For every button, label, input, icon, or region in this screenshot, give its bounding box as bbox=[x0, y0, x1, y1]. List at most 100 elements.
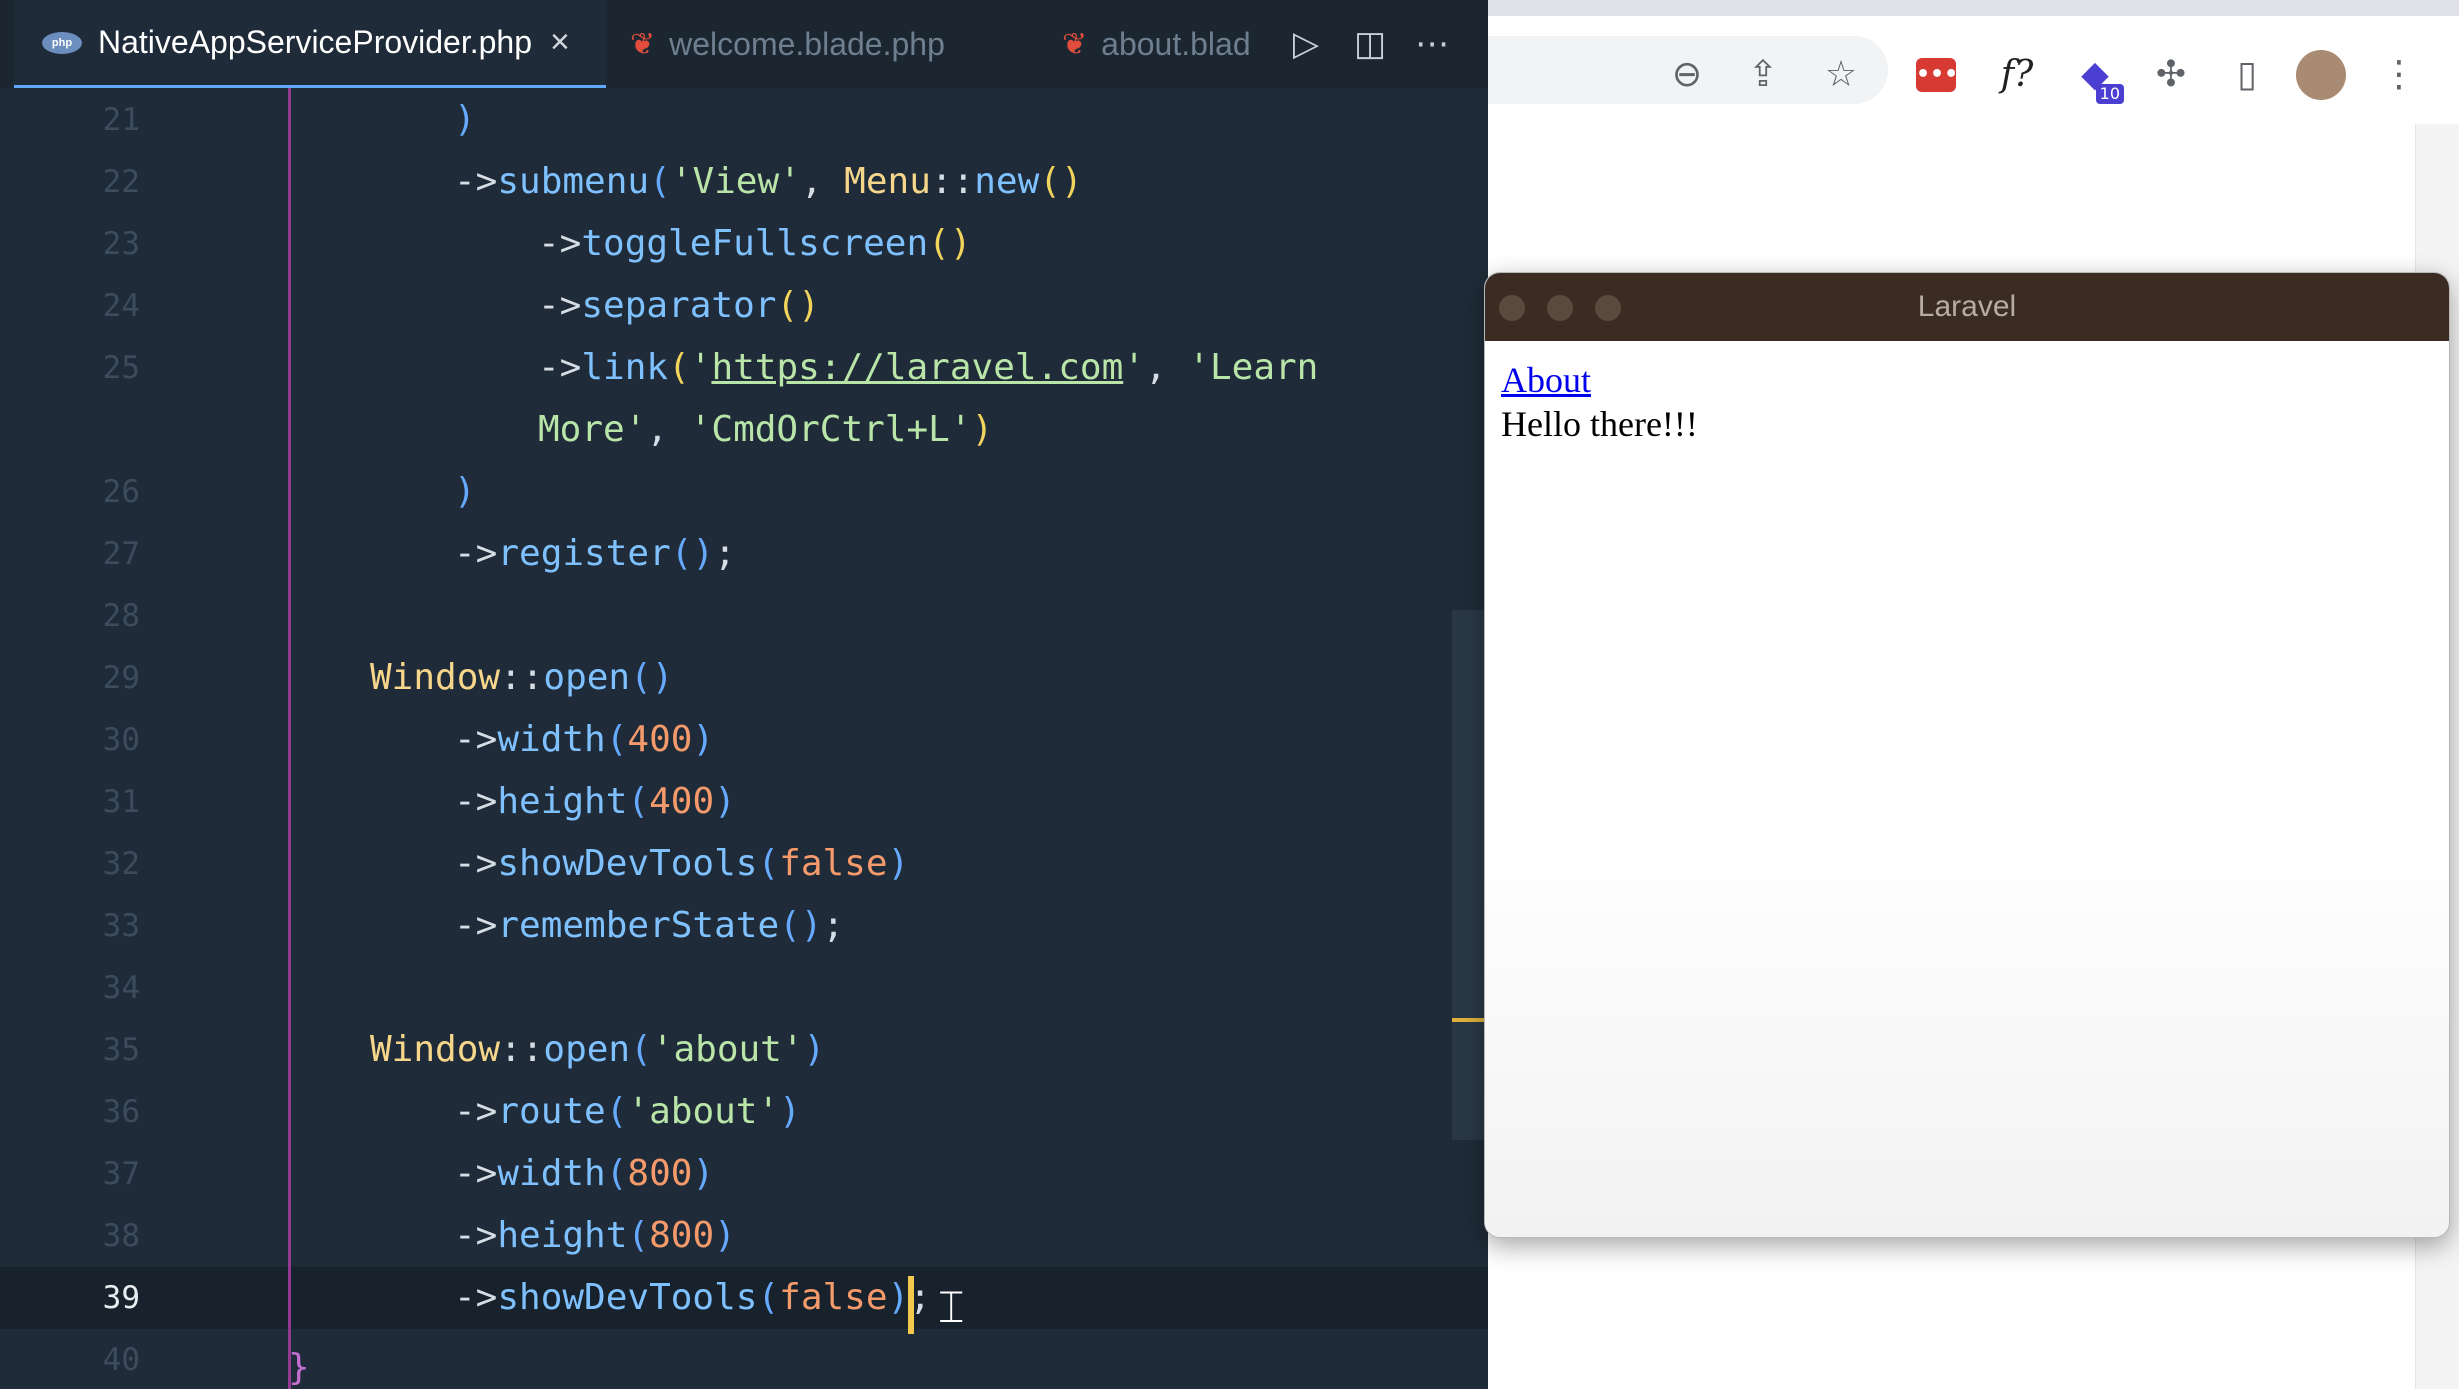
code-token: rememberState bbox=[497, 905, 780, 946]
code-line[interactable]: 27 ->register(); bbox=[0, 523, 1488, 585]
line-number: 34 bbox=[102, 970, 140, 1006]
code-token: -> bbox=[454, 533, 498, 574]
code-line[interactable]: 26) bbox=[0, 461, 1488, 523]
code-text: ) bbox=[454, 89, 476, 151]
code-line[interactable]: 37 ->width(800) bbox=[0, 1143, 1488, 1205]
tab-native-app-service-provider[interactable]: php NativeAppServiceProvider.php × bbox=[14, 0, 606, 88]
code-line[interactable]: 34 bbox=[0, 957, 1488, 1019]
code-text: ->width(400) bbox=[454, 709, 714, 771]
about-link[interactable]: About bbox=[1501, 359, 1591, 401]
code-line[interactable]: 23 ->toggleFullscreen() bbox=[0, 213, 1488, 275]
code-line[interactable]: 39 ->showDevTools(false); bbox=[0, 1267, 1488, 1329]
code-token: 800 bbox=[649, 1215, 715, 1256]
line-number: 27 bbox=[102, 536, 140, 572]
tab-about-blade[interactable]: ❦ about.blad bbox=[1062, 0, 1251, 88]
code-line[interactable]: 29 Window::open() bbox=[0, 647, 1488, 709]
code-token: https://laravel.com bbox=[711, 347, 1124, 388]
app-titlebar[interactable]: Laravel bbox=[1485, 273, 2449, 341]
graduation-cap-extension-icon[interactable]: ◆ 10 bbox=[2070, 50, 2124, 104]
bookmark-star-icon[interactable]: ☆ bbox=[1816, 50, 1866, 100]
code-line[interactable]: More', 'CmdOrCtrl+L') bbox=[0, 399, 1488, 461]
code-token: -> bbox=[454, 843, 498, 884]
code-text: Window::open() bbox=[370, 647, 673, 709]
laravel-icon: ❦ bbox=[1062, 27, 1088, 61]
share-icon[interactable]: ⇪ bbox=[1738, 50, 1788, 100]
code-token: , bbox=[1144, 347, 1189, 388]
code-token: -> bbox=[538, 285, 582, 326]
code-text: ->submenu('View', Menu::new() bbox=[454, 151, 1083, 213]
code-line[interactable]: 36 ->route('about') bbox=[0, 1081, 1488, 1143]
code-token: ) bbox=[692, 1153, 715, 1194]
code-text: ->showDevTools(false) bbox=[454, 833, 909, 895]
zoom-out-icon[interactable]: ⊖ bbox=[1662, 50, 1712, 100]
line-number: 35 bbox=[102, 1032, 140, 1068]
code-line[interactable]: 21) bbox=[0, 89, 1488, 151]
code-line[interactable]: 35 Window::open('about') bbox=[0, 1019, 1488, 1081]
code-token: width bbox=[497, 1153, 606, 1194]
code-token: link bbox=[581, 347, 669, 388]
line-number: 39 bbox=[102, 1280, 140, 1316]
split-editor-icon[interactable]: ◫ bbox=[1346, 20, 1394, 68]
code-line[interactable]: 33 ->rememberState(); bbox=[0, 895, 1488, 957]
code-token: ( bbox=[627, 781, 650, 822]
code-line[interactable]: 40 bbox=[0, 1329, 1488, 1389]
code-token: register bbox=[497, 533, 671, 574]
code-token: -> bbox=[454, 1277, 498, 1318]
code-token: ; bbox=[714, 533, 736, 574]
profile-avatar[interactable] bbox=[2296, 50, 2346, 100]
extensions-puzzle-icon[interactable]: ✣ bbox=[2146, 50, 2196, 100]
browser-tab-strip bbox=[1488, 0, 2459, 16]
code-text: ->rememberState(); bbox=[454, 895, 844, 957]
code-token: 400 bbox=[627, 719, 693, 760]
code-token: () bbox=[670, 533, 715, 574]
code-line[interactable]: 31 ->height(400) bbox=[0, 771, 1488, 833]
code-line[interactable]: 22 ->submenu('View', Menu::new() bbox=[0, 151, 1488, 213]
code-line[interactable]: 25 ->link('https://laravel.com', 'Learn bbox=[0, 337, 1488, 399]
code-line[interactable]: 28 bbox=[0, 585, 1488, 647]
code-token: ( bbox=[605, 1091, 628, 1132]
indent-guide bbox=[288, 88, 291, 1389]
code-token: :: bbox=[500, 1029, 544, 1070]
code-token: ) bbox=[454, 99, 476, 140]
editor-scrollbar-thumb[interactable] bbox=[1452, 610, 1484, 1140]
code-text: ->height(400) bbox=[454, 771, 736, 833]
code-area[interactable]: 21) 22 ->submenu('View', Menu::new() 23 ->to… bbox=[0, 88, 1488, 1389]
close-tab-icon[interactable]: × bbox=[550, 23, 570, 62]
code-token: -> bbox=[454, 1153, 498, 1194]
code-token: More' bbox=[538, 409, 647, 450]
code-line[interactable]: 32 ->showDevTools(false) bbox=[0, 833, 1488, 895]
f-extension-icon[interactable]: f? bbox=[1992, 50, 2042, 100]
side-panel-icon[interactable]: ▯ bbox=[2222, 50, 2272, 100]
tab-welcome-blade[interactable]: ❦ welcome.blade.php bbox=[630, 0, 945, 88]
code-token: () bbox=[779, 905, 823, 946]
code-line[interactable]: 30 ->width(400) bbox=[0, 709, 1488, 771]
code-token: 'Learn bbox=[1188, 347, 1319, 388]
code-line[interactable]: 38 ->height(800) bbox=[0, 1205, 1488, 1267]
code-token: ( bbox=[757, 1277, 780, 1318]
run-icon[interactable]: ▷ bbox=[1282, 20, 1330, 68]
code-token: width bbox=[497, 719, 606, 760]
code-token: ) bbox=[887, 843, 910, 884]
text-caret bbox=[908, 1276, 914, 1334]
code-editor[interactable]: php NativeAppServiceProvider.php × ❦ wel… bbox=[0, 0, 1488, 1389]
code-token: -> bbox=[454, 1215, 498, 1256]
code-token: false bbox=[779, 1277, 888, 1318]
hello-text: Hello there!!! bbox=[1501, 404, 1698, 444]
code-line[interactable]: 24 ->separator() bbox=[0, 275, 1488, 337]
tab-label: NativeAppServiceProvider.php bbox=[98, 24, 533, 60]
code-token: ( bbox=[605, 1153, 628, 1194]
code-token: open bbox=[543, 1029, 631, 1070]
more-actions-icon[interactable]: ⋯ bbox=[1408, 20, 1456, 68]
line-number: 32 bbox=[102, 846, 140, 882]
code-token: -> bbox=[454, 161, 498, 202]
code-token: -> bbox=[454, 905, 498, 946]
lastpass-extension-icon[interactable]: ••• bbox=[1916, 58, 1958, 92]
code-token: -> bbox=[454, 781, 498, 822]
menu-kebab-icon[interactable]: ⋮ bbox=[2374, 50, 2424, 100]
app-content: About Hello there!!! bbox=[1485, 341, 2449, 1237]
code-token: ( bbox=[668, 347, 690, 388]
code-token: ) bbox=[714, 1215, 736, 1256]
code-text: ->link('https://laravel.com', 'Learn bbox=[538, 337, 1318, 399]
code-token: ) bbox=[779, 1091, 801, 1132]
line-number: 23 bbox=[102, 226, 140, 262]
